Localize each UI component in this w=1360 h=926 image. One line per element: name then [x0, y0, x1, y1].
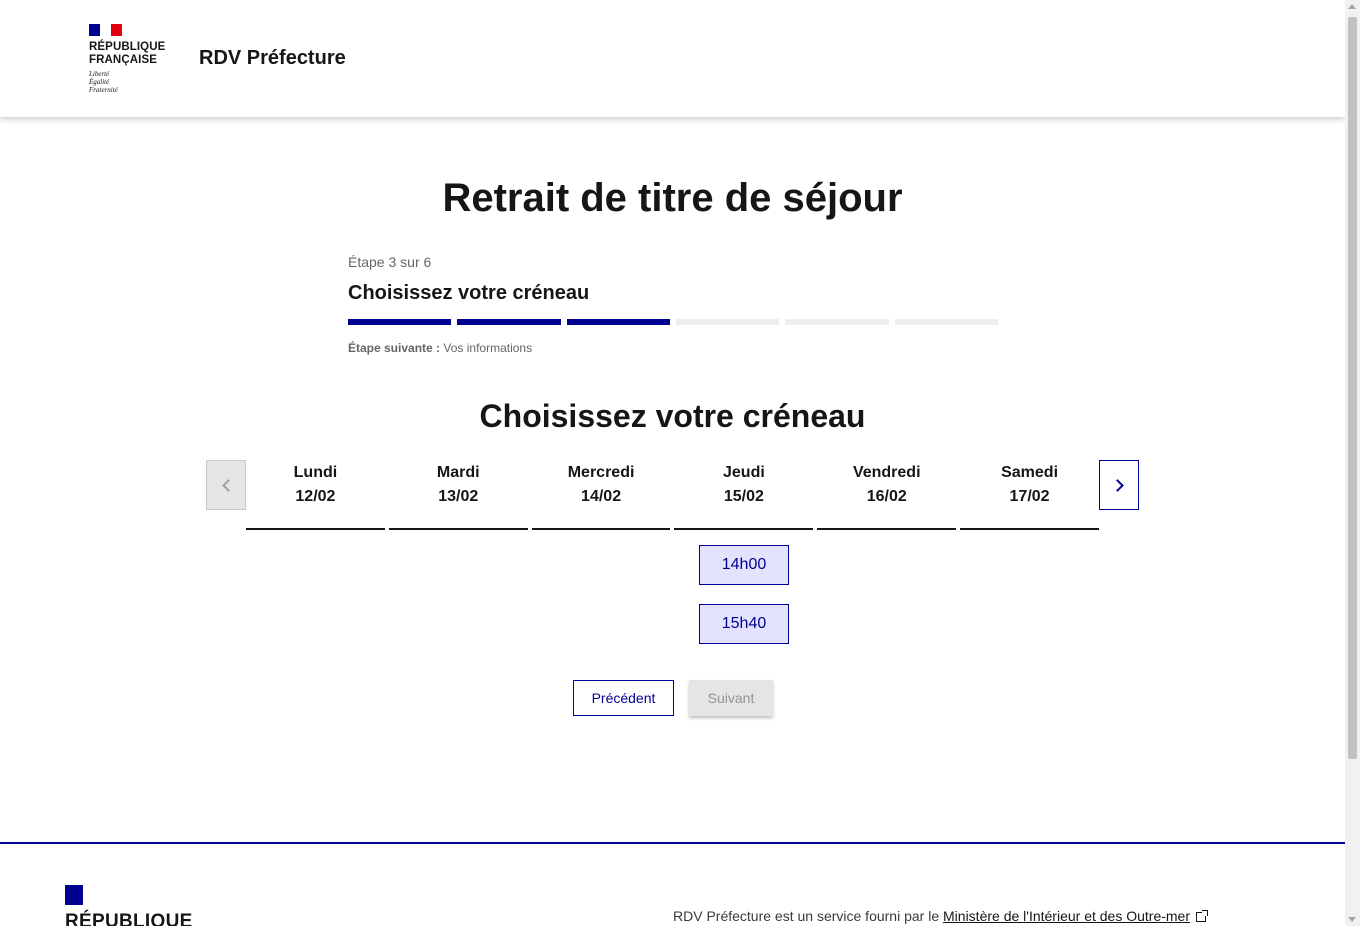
next-button[interactable]: Suivant — [689, 680, 773, 716]
day-name: Lundi — [293, 464, 338, 481]
day-column-lundi: Lundi 12/02 — [246, 460, 385, 530]
day-date: 15/02 — [723, 488, 764, 505]
previous-button[interactable]: Précédent — [573, 680, 674, 716]
site-header: RÉPUBLIQUE FRANÇAISE Liberté Égalité Fra… — [0, 0, 1345, 117]
logo-line-1: RÉPUBLIQUE — [89, 41, 166, 53]
day-name: Jeudi — [723, 464, 765, 481]
step-next-value: Vos informations — [443, 341, 533, 355]
step-next: Étape suivante : Vos informations — [348, 341, 998, 355]
step-progress-bars — [348, 319, 998, 325]
time-slot-1400[interactable]: 14h00 — [699, 545, 789, 585]
time-slot-1540[interactable]: 15h40 — [699, 604, 789, 644]
day-date: 13/02 — [438, 488, 479, 505]
motto-fraternite: Fraternité — [89, 86, 118, 94]
step-bar-4 — [675, 319, 780, 325]
next-week-button[interactable] — [1099, 460, 1139, 510]
section-title: Choisissez votre créneau — [479, 398, 866, 434]
day-name: Mardi — [436, 464, 480, 481]
step-title: Choisissez votre créneau — [348, 282, 590, 304]
scroll-up-arrow-icon[interactable] — [1348, 4, 1356, 9]
scroll-down-arrow-icon[interactable] — [1348, 917, 1356, 922]
external-link-icon — [1196, 910, 1209, 922]
day-name: Samedi — [1001, 464, 1059, 481]
day-name: Mercredi — [567, 464, 635, 481]
motto-egalite: Égalité — [89, 78, 110, 86]
step-bar-6 — [894, 319, 998, 325]
marianne-flag-icon — [65, 885, 120, 905]
chevron-right-icon — [1110, 478, 1124, 492]
step-bar-1 — [348, 319, 452, 325]
scrollbar-thumb[interactable] — [1348, 17, 1357, 759]
vertical-scrollbar[interactable] — [1345, 0, 1360, 926]
day-date: 12/02 — [295, 488, 336, 505]
ministere-link-label: Ministère de l'Intérieur et des Outre-me… — [943, 908, 1191, 924]
footer-text: RDV Préfecture est un service fourni par… — [673, 908, 940, 924]
day-column-vendredi: Vendredi 16/02 — [817, 460, 957, 530]
step-bar-2 — [457, 319, 561, 325]
previous-week-button[interactable] — [206, 460, 246, 510]
step-bar-3 — [566, 319, 670, 325]
site-footer: RÉPUBLIQUE RDV Préfecture est un service… — [0, 842, 1345, 926]
ministere-link[interactable]: Ministère de l'Intérieur et des Outre-me… — [943, 908, 1209, 924]
day-column-jeudi: Jeudi 15/02 — [674, 460, 814, 530]
day-date: 17/02 — [1009, 488, 1050, 505]
day-column-mercredi: Mercredi 14/02 — [531, 460, 671, 530]
republique-francaise-logo[interactable]: RÉPUBLIQUE FRANÇAISE Liberté Égalité Fra… — [89, 24, 169, 94]
calendar-days: Lundi 12/02 Mardi 13/02 Mercredi 14/02 Jeudi 15… — [246, 460, 1099, 530]
service-name[interactable]: RDV Préfecture — [199, 47, 346, 70]
day-date: 16/02 — [866, 488, 907, 505]
page-title: Retrait de titre de séjour — [442, 176, 903, 220]
footer-description: RDV Préfecture est un service fourni par… — [673, 908, 1209, 924]
logo-line-2: FRANÇAISE — [89, 54, 157, 66]
marianne-flag-icon — [89, 24, 122, 36]
step-bar-5 — [785, 319, 889, 325]
footer-logo[interactable]: RÉPUBLIQUE — [65, 885, 193, 926]
step-state: Étape 3 sur 6 — [348, 254, 432, 270]
day-name: Vendredi — [852, 464, 921, 481]
day-column-samedi: Samedi 17/02 — [960, 460, 1099, 530]
day-column-mardi: Mardi 13/02 — [388, 460, 528, 530]
footer-brand: RÉPUBLIQUE — [65, 911, 193, 926]
chevron-left-icon — [221, 478, 235, 492]
step-next-label: Étape suivante : — [348, 341, 441, 355]
stepper: Étape 3 sur 6 Choisissez votre créneau É… — [348, 254, 998, 355]
day-date: 14/02 — [581, 488, 622, 505]
motto-liberte: Liberté — [89, 70, 110, 78]
